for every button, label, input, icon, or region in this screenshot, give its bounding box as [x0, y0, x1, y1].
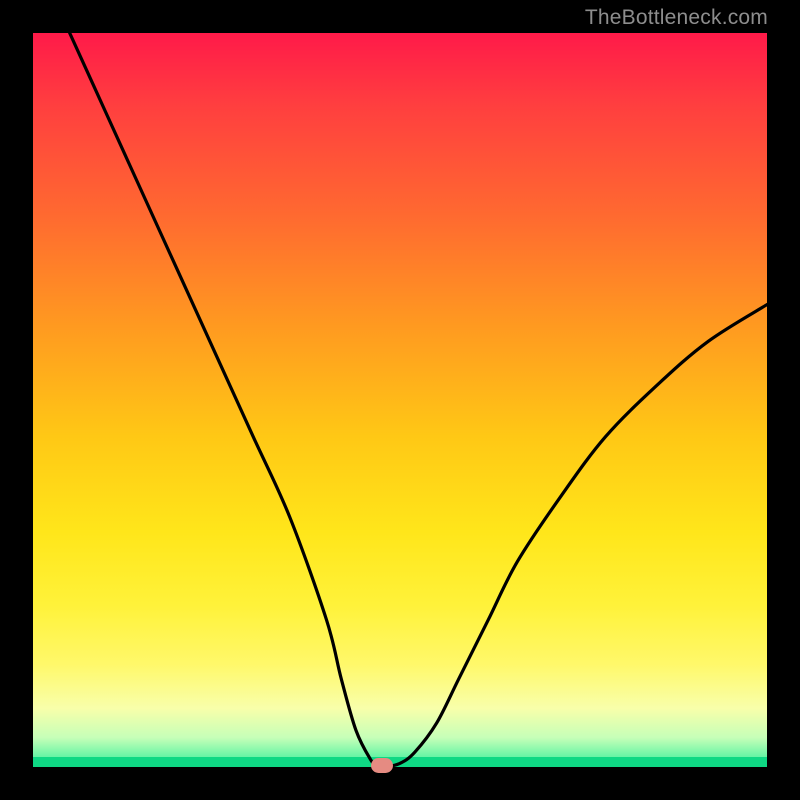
chart-frame: TheBottleneck.com: [0, 0, 800, 800]
optimum-marker: [371, 758, 393, 773]
watermark-text: TheBottleneck.com: [585, 6, 768, 30]
bottleneck-curve: [33, 33, 767, 767]
